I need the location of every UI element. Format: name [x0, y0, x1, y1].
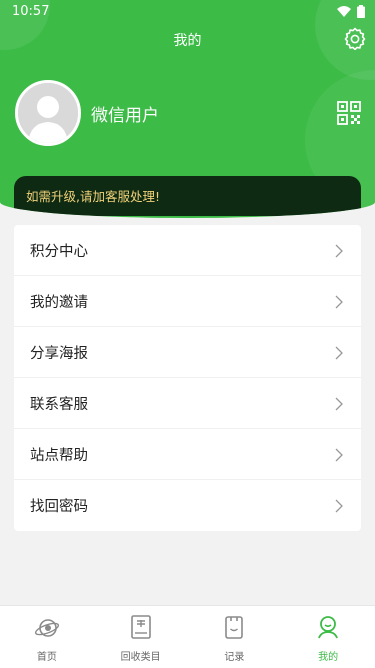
menu-item-contact-support[interactable]: 联系客服	[14, 378, 361, 429]
chevron-right-icon	[335, 448, 343, 462]
menu-item-share-poster[interactable]: 分享海报	[14, 327, 361, 378]
menu-item-label: 站点帮助	[30, 447, 88, 464]
tab-label: 首页	[36, 652, 57, 663]
page-title: 我的	[173, 33, 202, 49]
status-time: 10:57	[12, 4, 50, 19]
chevron-right-icon	[335, 295, 343, 309]
menu-item-label: 找回密码	[30, 499, 88, 515]
menu-list: 积分中心 我的邀请 分享海报 联系客服 站点帮助 找回密码	[14, 225, 361, 531]
home-icon	[34, 619, 59, 637]
chevron-right-icon	[335, 244, 343, 258]
default-avatar-icon	[18, 83, 78, 143]
chevron-right-icon	[335, 499, 343, 513]
avatar[interactable]	[15, 80, 81, 146]
record-icon	[225, 616, 244, 639]
menu-item-points-center[interactable]: 积分中心	[14, 225, 361, 276]
tab-label: 回收类目	[120, 652, 161, 663]
screen: 10:57 我的 微信用户 如需升级,请加客服处理! 积分中心 我的邀请 分享海…	[0, 0, 375, 668]
tab-label: 记录	[224, 652, 245, 663]
category-icon	[130, 615, 151, 639]
tab-home[interactable]: 首页	[0, 606, 94, 668]
qr-code-icon[interactable]	[337, 101, 361, 125]
menu-item-recover-password[interactable]: 找回密码	[14, 480, 361, 531]
battery-icon	[357, 5, 365, 18]
bottom-tab-bar: 首页 回收类目 记录 我的	[0, 605, 375, 668]
tab-profile[interactable]: 我的	[281, 606, 375, 668]
profile-header: 10:57 我的 微信用户 如需升级,请加客服处理!	[0, 0, 375, 218]
wifi-icon	[337, 6, 351, 17]
status-bar: 10:57	[0, 0, 375, 24]
tab-records[interactable]: 记录	[188, 606, 282, 668]
tab-label: 我的	[318, 652, 339, 663]
menu-item-site-help[interactable]: 站点帮助	[14, 429, 361, 480]
username: 微信用户	[91, 106, 159, 126]
chevron-right-icon	[335, 346, 343, 360]
menu-item-my-invitations[interactable]: 我的邀请	[14, 276, 361, 327]
menu-item-label: 我的邀请	[30, 294, 88, 311]
upgrade-notice: 如需升级,请加客服处理!	[14, 176, 361, 216]
menu-item-label: 分享海报	[30, 345, 88, 362]
menu-item-label: 积分中心	[30, 243, 88, 260]
tab-recycle-categories[interactable]: 回收类目	[94, 606, 188, 668]
chevron-right-icon	[335, 397, 343, 411]
settings-gear-icon[interactable]	[343, 26, 367, 50]
status-icons	[337, 5, 365, 18]
profile-icon	[318, 616, 338, 639]
menu-item-label: 联系客服	[30, 396, 88, 413]
